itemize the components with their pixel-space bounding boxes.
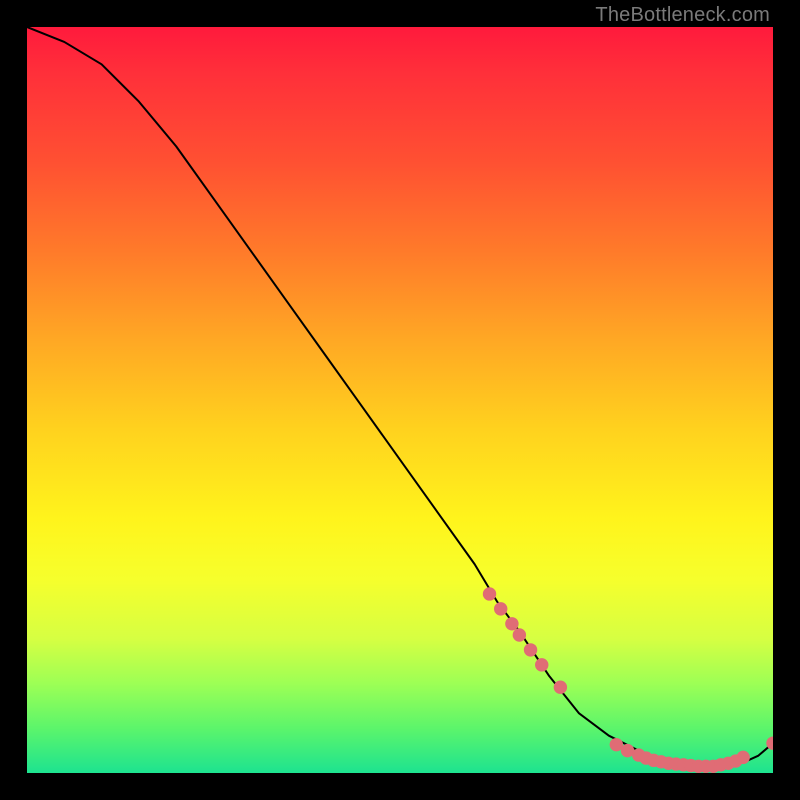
watermark-text: TheBottleneck.com — [595, 4, 770, 27]
data-point — [736, 751, 749, 764]
data-point — [535, 658, 548, 671]
plot-area — [27, 27, 773, 773]
data-point — [513, 628, 526, 641]
data-point — [505, 617, 518, 630]
data-point — [494, 602, 507, 615]
chart-container: { "watermark": "TheBottleneck.com", "cha… — [0, 0, 800, 800]
data-point — [483, 587, 496, 600]
curve-line — [27, 27, 773, 767]
data-point — [524, 643, 537, 656]
chart-svg — [27, 27, 773, 773]
data-point — [554, 681, 567, 694]
